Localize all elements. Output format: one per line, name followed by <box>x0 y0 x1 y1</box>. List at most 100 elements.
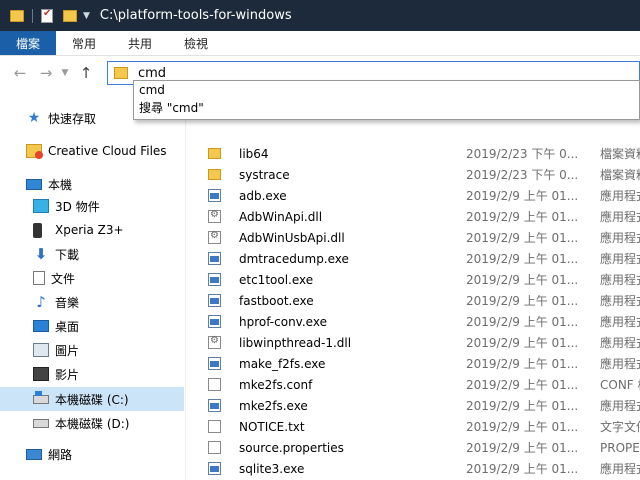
tab-home[interactable]: 常用 <box>56 31 112 55</box>
file-name: fastboot.exe <box>239 293 314 308</box>
sidebar-item-label: 快速存取 <box>48 111 97 126</box>
file-row[interactable]: NOTICE.txt 2019/2/9 上午 01... 文字文件 <box>200 416 640 437</box>
file-name: source.properties <box>239 440 344 455</box>
download-icon: ⬇ <box>34 245 48 263</box>
file-type: 應用程式 <box>600 462 640 476</box>
file-row[interactable]: mke2fs.exe 2019/2/9 上午 01... 應用程式 <box>200 395 640 416</box>
dll-icon <box>208 209 221 223</box>
music-icon: ♪ <box>36 293 46 311</box>
file-row[interactable]: adb.exe 2019/2/9 上午 01... 應用程式 <box>200 185 640 206</box>
folder-icon <box>208 169 221 180</box>
sidebar-item-downloads[interactable]: ⬇ 下載 <box>0 242 184 266</box>
videos-icon <box>33 367 49 381</box>
sidebar-item-label: 網路 <box>48 447 73 462</box>
sidebar-item-music[interactable]: ♪ 音樂 <box>0 290 184 314</box>
file-type: CONF 檔案 <box>600 378 640 392</box>
sidebar-item-xperia[interactable]: Xperia Z3+ <box>0 218 184 242</box>
file-date: 2019/2/9 上午 01... <box>466 252 579 266</box>
exe-icon <box>208 357 221 370</box>
file-row[interactable]: AdbWinUsbApi.dll 2019/2/9 上午 01... 應用程式擴 <box>200 227 640 248</box>
tab-share[interactable]: 共用 <box>112 31 168 55</box>
file-date: 2019/2/9 上午 01... <box>466 399 579 413</box>
exe-icon <box>208 294 221 307</box>
file-row[interactable]: hprof-conv.exe 2019/2/9 上午 01... 應用程式 <box>200 311 640 332</box>
navigation-pane: ★ 快速存取 Creative Cloud Files 本機 3D 物件 Xpe… <box>0 90 186 480</box>
sidebar-item-desktop[interactable]: 桌面 <box>0 314 184 338</box>
text-file-icon <box>208 441 221 454</box>
drive-d-icon <box>33 418 49 428</box>
network-icon <box>26 448 42 460</box>
sidebar-item-label: 3D 物件 <box>55 199 100 214</box>
file-row[interactable]: sqlite3.exe 2019/2/9 上午 01... 應用程式 <box>200 458 640 479</box>
file-name: make_f2fs.exe <box>239 356 326 371</box>
up-arrow-icon[interactable]: ↑ <box>75 64 97 82</box>
file-row[interactable]: fastboot.exe 2019/2/9 上午 01... 應用程式 <box>200 290 640 311</box>
file-name: lib64 <box>239 146 269 161</box>
sidebar-item-label: 下載 <box>55 247 80 262</box>
exe-icon <box>208 315 221 328</box>
file-name: etc1tool.exe <box>239 272 314 287</box>
file-type: 應用程式 <box>600 189 640 203</box>
text-file-icon <box>208 378 221 391</box>
exe-icon <box>208 252 221 265</box>
document-icon <box>33 271 45 285</box>
3d-objects-icon <box>33 199 49 213</box>
file-row[interactable]: libwinpthread-1.dll 2019/2/9 上午 01... 應用… <box>200 332 640 353</box>
sidebar-item-pictures[interactable]: 圖片 <box>0 338 184 362</box>
sidebar-item-drive-d[interactable]: 本機磁碟 (D:) <box>0 411 184 435</box>
file-type: 應用程式擴 <box>600 231 640 245</box>
file-type: 應用程式 <box>600 315 640 329</box>
sidebar-item-network[interactable]: 網路 <box>0 442 184 466</box>
back-arrow-icon[interactable]: ← <box>9 64 31 82</box>
file-type: 應用程式 <box>600 399 640 413</box>
toolbar-separator <box>32 8 33 23</box>
sidebar-item-creative-cloud[interactable]: Creative Cloud Files <box>0 139 184 163</box>
autocomplete-item[interactable]: 搜尋 "cmd" <box>134 99 639 117</box>
file-date: 2019/2/23 下午 0... <box>466 147 579 161</box>
file-row[interactable]: AdbWinApi.dll 2019/2/9 上午 01... 應用程式擴 <box>200 206 640 227</box>
file-row[interactable]: make_f2fs.exe 2019/2/9 上午 01... 應用程式 <box>200 353 640 374</box>
sidebar-item-label: 本機磁碟 (D:) <box>55 416 130 431</box>
dll-icon <box>208 230 221 244</box>
file-row[interactable]: source.properties 2019/2/9 上午 01... PROP… <box>200 437 640 458</box>
sidebar-item-label: 圖片 <box>55 343 80 358</box>
recent-locations-icon[interactable]: ▼ <box>57 68 73 78</box>
title-bar: ▼ C:\platform-tools-for-windows <box>0 0 640 31</box>
sidebar-item-documents[interactable]: 文件 <box>0 266 184 290</box>
sidebar-item-drive-c[interactable]: 本機磁碟 (C:) <box>0 387 184 411</box>
file-row[interactable]: systrace 2019/2/23 下午 0... 檔案資料夾 <box>200 164 640 185</box>
ribbon-tabs: 檔案 常用 共用 檢視 <box>0 31 640 56</box>
exe-icon <box>208 189 221 202</box>
file-date: 2019/2/9 上午 01... <box>466 441 579 455</box>
address-input[interactable]: cmd <box>138 66 166 81</box>
sidebar-item-label: 文件 <box>51 271 76 286</box>
sidebar-item-3d-objects[interactable]: 3D 物件 <box>0 194 184 218</box>
forward-arrow-icon[interactable]: → <box>35 64 57 82</box>
sidebar-item-videos[interactable]: 影片 <box>0 362 184 386</box>
file-name: AdbWinApi.dll <box>239 209 323 224</box>
file-date: 2019/2/9 上午 01... <box>466 231 579 245</box>
tab-view[interactable]: 檢視 <box>168 31 224 55</box>
chevron-down-icon[interactable]: ▼ <box>83 11 90 21</box>
file-type: 應用程式 <box>600 294 640 308</box>
file-type: 應用程式擴 <box>600 336 640 350</box>
sidebar-item-label: 本機磁碟 (C:) <box>55 392 129 407</box>
file-name: dmtracedump.exe <box>239 251 349 266</box>
file-row[interactable]: dmtracedump.exe 2019/2/9 上午 01... 應用程式 <box>200 248 640 269</box>
sidebar-item-this-pc[interactable]: 本機 <box>0 172 184 196</box>
new-folder-icon[interactable] <box>63 9 77 22</box>
properties-icon[interactable] <box>41 8 53 23</box>
file-date: 2019/2/9 上午 01... <box>466 189 579 203</box>
file-row[interactable]: lib64 2019/2/23 下午 0... 檔案資料夾 <box>200 143 640 164</box>
file-name: systrace <box>239 167 290 182</box>
dll-icon <box>208 335 221 349</box>
folder-icon[interactable] <box>10 9 24 22</box>
exe-icon <box>208 462 221 475</box>
autocomplete-item[interactable]: cmd <box>134 81 639 99</box>
file-date: 2019/2/9 上午 01... <box>466 420 579 434</box>
file-name: NOTICE.txt <box>239 419 305 434</box>
file-row[interactable]: mke2fs.conf 2019/2/9 上午 01... CONF 檔案 <box>200 374 640 395</box>
file-row[interactable]: etc1tool.exe 2019/2/9 上午 01... 應用程式 <box>200 269 640 290</box>
tab-file[interactable]: 檔案 <box>0 31 57 55</box>
file-type: 文字文件 <box>600 420 640 434</box>
